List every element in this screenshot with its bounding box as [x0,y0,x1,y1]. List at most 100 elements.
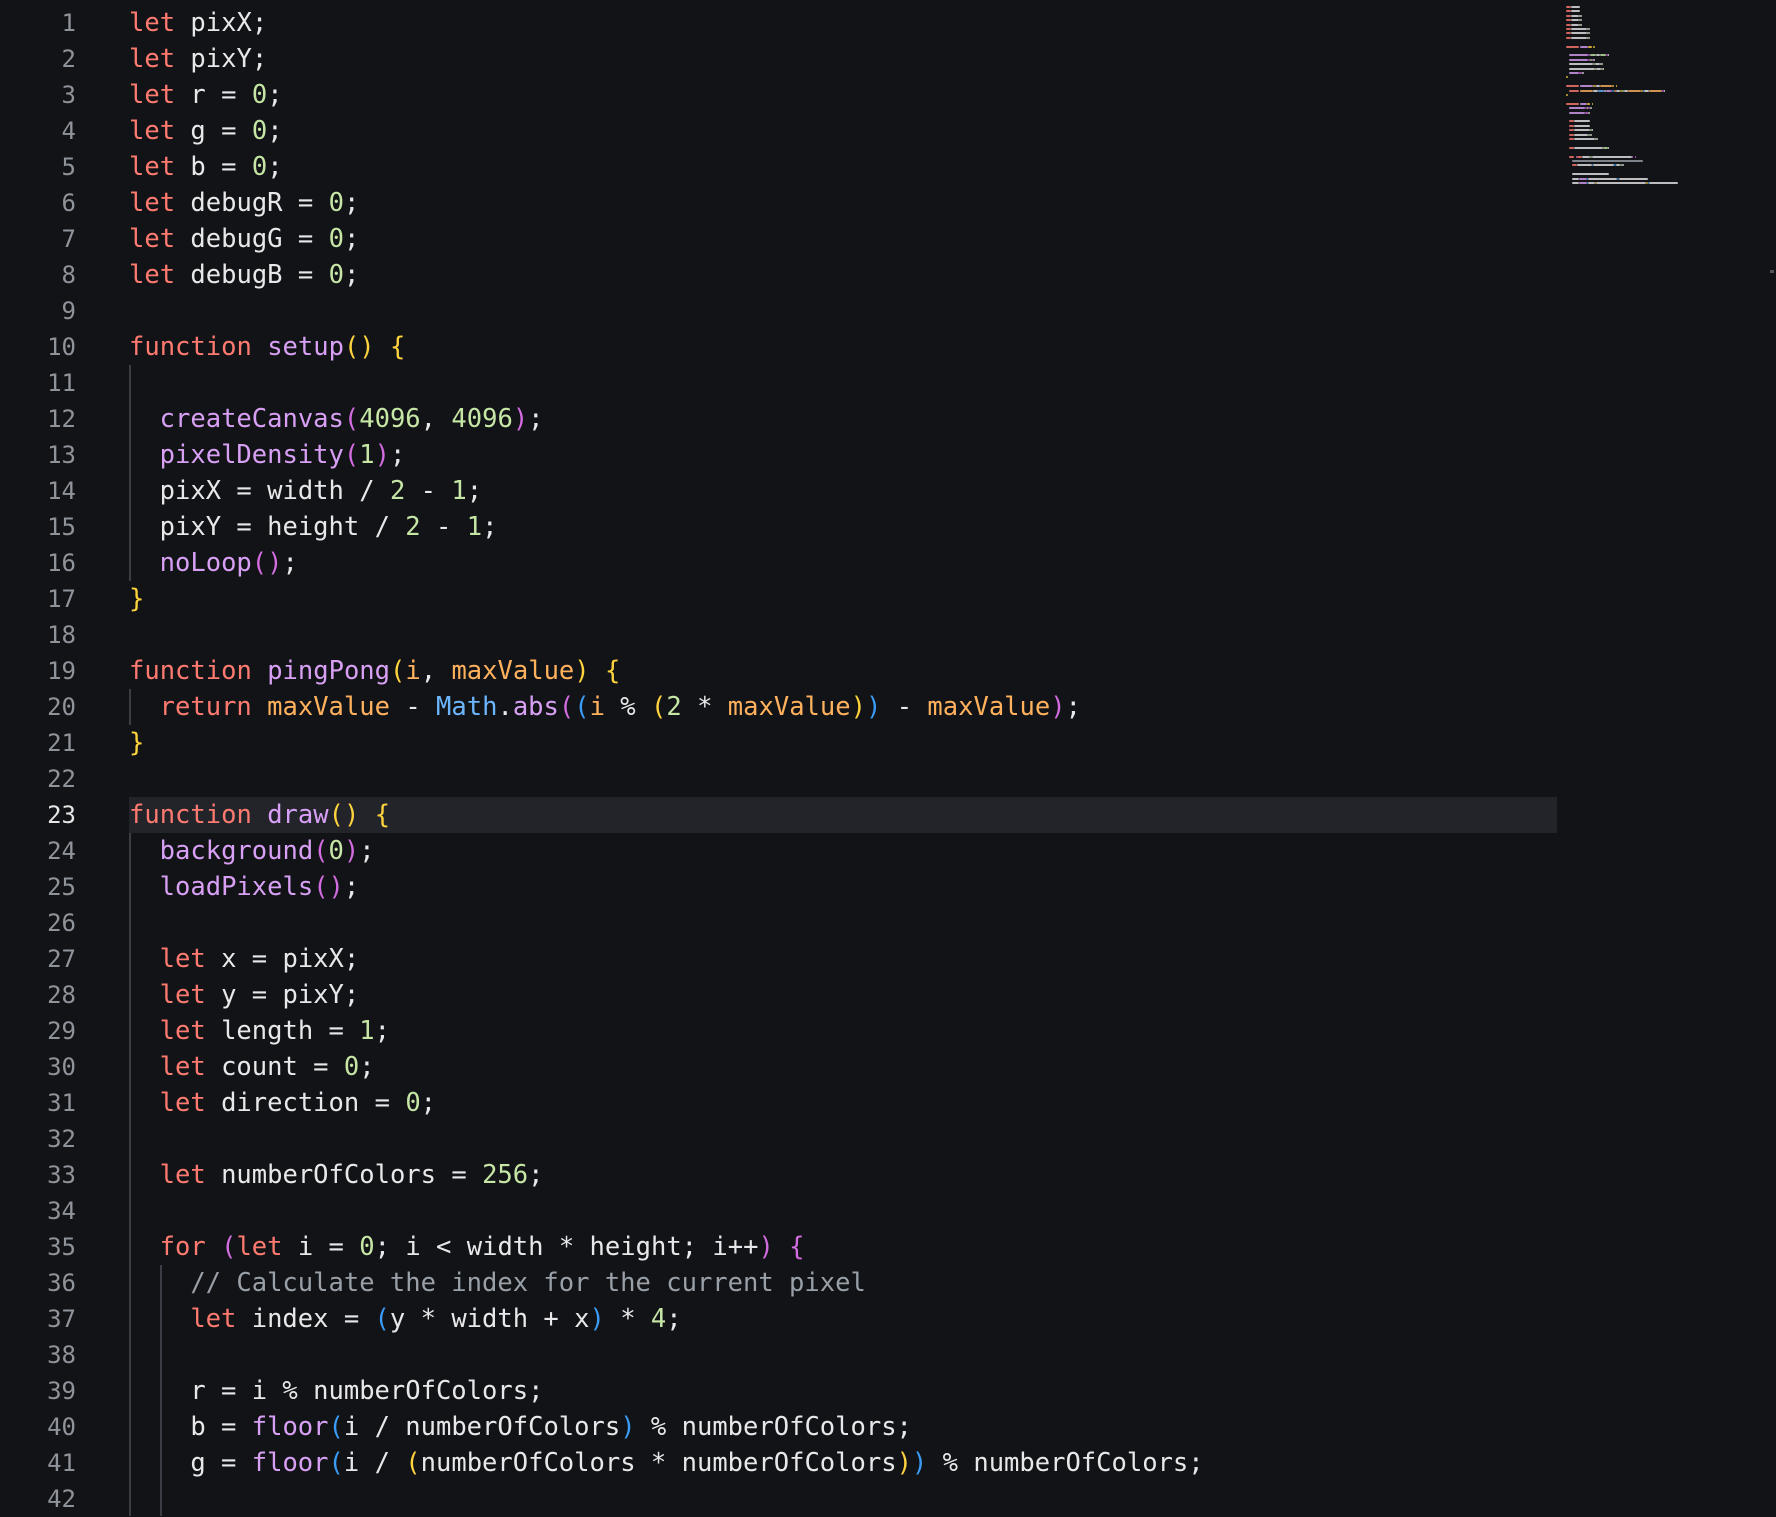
line-number: 10 [47,333,76,361]
code-line[interactable]: loadPixels(); [160,869,360,905]
code-token: ( [651,692,667,722]
code-line[interactable]: let r = 0; [129,77,283,113]
minimap-token [1594,63,1600,66]
code-token: 0 [328,188,344,218]
minimap-token [1569,54,1589,57]
minimap-token [1574,129,1590,132]
minimap-token [1663,89,1666,92]
code-token: 4096 [359,404,421,434]
code-token: count = [205,1052,344,1082]
code-token: ( [313,836,329,866]
minimap-token [1634,155,1637,158]
code-line[interactable]: // Calculate the index for the current p… [190,1265,866,1301]
code-token: ( [374,1304,390,1334]
code-token: 2 [666,692,682,722]
code-token: ( [343,404,360,434]
minimap-token [1569,89,1579,92]
code-line[interactable]: let count = 0; [160,1049,375,1085]
code-token: 0 [328,224,344,254]
code-line[interactable]: let pixX; [129,5,267,41]
code-token: r = i % numberOfColors; [190,1376,544,1406]
code-line[interactable]: } [129,581,144,617]
minimap-token [1580,23,1582,26]
minimap-token [1570,14,1579,17]
code-token: 0 [405,1088,421,1118]
minimap-token [1580,102,1587,105]
line-number: 41 [47,1449,76,1477]
code-line[interactable]: pixelDensity(1); [160,437,406,473]
code-token: ) [343,836,360,866]
code-line[interactable]: function setup() { [129,329,405,365]
code-line[interactable]: let debugG = 0; [129,221,359,257]
code-line[interactable]: createCanvas(4096, 4096); [160,401,544,437]
code-line[interactable]: return maxValue - Math.abs((i % (2 * max… [160,689,1081,725]
code-line[interactable]: let b = 0; [129,149,283,185]
code-line[interactable]: let length = 1; [160,1013,390,1049]
minimap-token [1570,6,1581,8]
minimap[interactable] [1562,0,1776,1516]
code-line[interactable]: noLoop(); [160,545,298,581]
code-line[interactable]: r = i % numberOfColors; [190,1373,543,1409]
code-token: ; [343,224,360,254]
code-line[interactable]: pixY = height / 2 - 1; [160,509,498,545]
code-line[interactable]: let y = pixY; [160,977,360,1013]
code-token: 2 [389,476,406,506]
code-token: ; [267,80,283,110]
code-line[interactable]: let debugB = 0; [129,257,359,293]
code-token: - [389,692,437,722]
code-token: x = pixX; [205,944,360,974]
code-token: ; [359,836,375,866]
code-line[interactable]: } [129,725,144,761]
minimap-token [1574,124,1590,127]
line-number: 12 [47,405,76,433]
code-line[interactable]: function pingPong(i, maxValue) { [129,653,620,689]
line-number: 1 [61,9,76,37]
minimap-token [1628,89,1642,92]
code-token: ; [282,548,298,578]
code-line[interactable]: b = floor(i / numberOfColors) % numberOf… [190,1409,912,1445]
code-line[interactable]: let numberOfColors = 256; [160,1157,544,1193]
minimap-token [1566,94,1568,96]
code-token: ; [420,1088,437,1118]
code-token: () [343,332,375,362]
code-area[interactable]: let pixX; let pixY; let r = 0; let g = 0; le… [129,0,1559,1516]
minimap-token [1602,146,1608,149]
minimap-token [1588,45,1592,48]
code-line[interactable]: let debugR = 0; [129,185,359,221]
code-token: debugR = [175,188,329,218]
code-line[interactable]: let direction = 0; [160,1085,436,1121]
code-line[interactable]: pixX = width / 2 - 1; [160,473,482,509]
code-token: draw [267,800,329,830]
minimap-token [1649,89,1662,92]
code-token: y * width + x [389,1304,590,1334]
code-token: let [129,8,176,38]
indent-guide [129,365,131,581]
code-token: ( [574,692,590,722]
code-line[interactable]: background(0); [160,833,375,869]
line-number: 25 [47,873,76,901]
minimap-token [1588,177,1618,180]
code-line[interactable]: for (let i = 0; i < width * height; i++)… [160,1229,805,1265]
code-line[interactable]: g = floor(i / (numberOfColors * numberOf… [190,1445,1203,1481]
code-token: for [159,1232,206,1262]
line-number: 3 [61,81,76,109]
minimap-scroll-indicator[interactable] [1770,270,1774,273]
indent-guide [129,689,131,725]
code-line[interactable]: let x = pixX; [160,941,360,977]
code-token: let [129,260,176,290]
code-line[interactable]: let pixY; [129,41,267,77]
code-token: 1 [451,476,467,506]
code-token: function [129,332,252,362]
code-line[interactable]: function draw() { [129,797,390,833]
code-token: 256 [482,1160,529,1190]
code-token: - [405,476,452,506]
minimap-token [1582,155,1590,158]
code-line[interactable]: let g = 0; [129,113,283,149]
code-token: i [405,656,421,686]
minimap-token [1649,182,1678,184]
code-token: let [159,980,206,1010]
code-line[interactable]: let index = (y * width + x) * 4; [190,1301,681,1337]
code-editor[interactable]: 1 2 3 4 5 6 7 8 9 10 11 12 13 14 15 16 17 18 19 20 21 22 23 24 2… [0,0,1776,1516]
minimap-token [1580,45,1589,48]
